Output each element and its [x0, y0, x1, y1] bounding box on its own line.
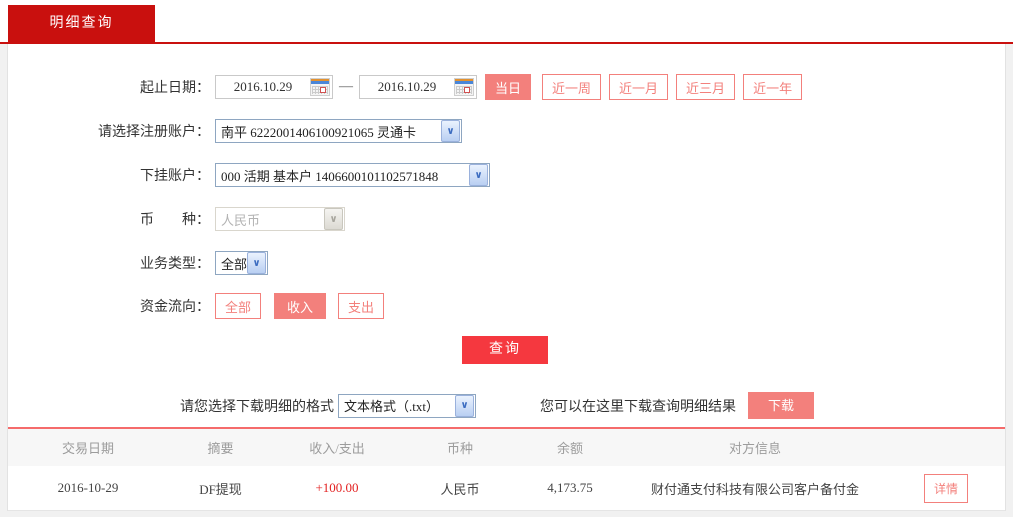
- download-row: 请您选择下载明细的格式 文本格式（.txt） ∨ 您可以在这里下载查询明细结果 …: [8, 392, 1005, 419]
- registered-account-value: 南平 6222001406100921065 灵通卡: [221, 124, 417, 140]
- table-row: 2016-10-29 DF提现 +100.00 人民币 4,173.75 财付通…: [8, 466, 1005, 511]
- currency-select: 人民币 ∨: [215, 207, 345, 231]
- header-income-expense: 收入/支出: [309, 441, 365, 456]
- calendar-icon[interactable]: [454, 78, 474, 96]
- business-type-value: 全部: [221, 256, 247, 272]
- chevron-down-icon[interactable]: ∨: [441, 120, 460, 142]
- chevron-down-icon: ∨: [324, 208, 343, 230]
- tab-bar: 明细查询: [0, 0, 1013, 44]
- sub-account-value: 000 活期 基本户 1406600101102571848: [221, 168, 439, 184]
- flow-all-button[interactable]: 全部: [215, 293, 262, 319]
- header-balance: 余额: [556, 441, 583, 456]
- date-range-row: 起止日期： 2016.10.29 — 2016.10.29 当日 近一周 近一月…: [8, 74, 1005, 100]
- query-button[interactable]: 查询: [462, 336, 548, 364]
- header-currency: 币种: [446, 441, 473, 456]
- quick-range-today-button[interactable]: 当日: [485, 74, 532, 100]
- date-from-input[interactable]: 2016.10.29: [215, 75, 333, 99]
- header-trade-date: 交易日期: [61, 441, 114, 456]
- header-counterparty: 对方信息: [728, 441, 781, 456]
- date-to-input[interactable]: 2016.10.29: [359, 75, 477, 99]
- business-type-row: 业务类型： 全部 ∨: [8, 250, 1005, 276]
- registered-account-select[interactable]: 南平 6222001406100921065 灵通卡 ∨: [215, 119, 462, 143]
- detail-button[interactable]: 详情: [923, 473, 968, 503]
- cell-amount: +100.00: [315, 480, 359, 495]
- business-type-select[interactable]: 全部 ∨: [215, 251, 268, 275]
- download-hint: 您可以在这里下载查询明细结果: [540, 399, 736, 415]
- header-summary: 摘要: [207, 441, 234, 456]
- chevron-down-icon[interactable]: ∨: [455, 394, 474, 417]
- flow-income-button[interactable]: 收入: [274, 293, 327, 319]
- quick-range-year-button[interactable]: 近一年: [743, 74, 803, 100]
- detail-query-page: 明细查询 起止日期： 2016.10.29 — 2016.10.29 当日 近一…: [0, 0, 1013, 517]
- calendar-icon[interactable]: [310, 78, 330, 96]
- fund-flow-row: 资金流向： 全部 收入 支出: [8, 293, 1005, 319]
- cell-balance: 4,173.75: [547, 480, 593, 495]
- table-header: 交易日期 摘要 收入/支出 币种 余额 对方信息: [8, 429, 1005, 466]
- date-from-value: 2016.10.29: [233, 79, 293, 94]
- quick-range-week-button[interactable]: 近一周: [542, 74, 602, 100]
- registered-account-label: 请选择注册账户：: [98, 125, 210, 140]
- cell-counterparty: 财付通支付科技有限公司客户备付金: [650, 481, 859, 497]
- business-type-label: 业务类型：: [140, 257, 210, 272]
- sub-account-label: 下挂账户：: [140, 169, 210, 184]
- date-to-value: 2016.10.29: [377, 79, 437, 94]
- cell-action: 详情: [889, 473, 1003, 503]
- chevron-down-icon[interactable]: ∨: [469, 164, 488, 186]
- download-format-label: 请您选择下载明细的格式: [180, 399, 334, 415]
- cell-trade-date: 2016-10-29: [57, 480, 119, 495]
- download-format-select[interactable]: 文本格式（.txt） ∨: [338, 393, 476, 418]
- registered-account-row: 请选择注册账户： 南平 6222001406100921065 灵通卡 ∨: [8, 118, 1005, 144]
- sub-account-row: 下挂账户： 000 活期 基本户 1406600101102571848 ∨: [8, 162, 1005, 188]
- currency-row: 币 种： 人民币 ∨: [8, 206, 1005, 232]
- query-form-panel: 起止日期： 2016.10.29 — 2016.10.29 当日 近一周 近一月…: [7, 44, 1006, 511]
- cell-currency: 人民币: [440, 481, 480, 497]
- fund-flow-label: 资金流向：: [140, 300, 210, 315]
- date-range-label: 起止日期：: [140, 81, 210, 96]
- chevron-down-icon[interactable]: ∨: [247, 252, 266, 274]
- download-button[interactable]: 下载: [748, 392, 814, 419]
- quick-range-month-button[interactable]: 近一月: [609, 74, 669, 100]
- date-separator: —: [339, 79, 353, 94]
- sub-account-select[interactable]: 000 活期 基本户 1406600101102571848 ∨: [215, 163, 490, 187]
- tab-details-query[interactable]: 明细查询: [8, 5, 155, 42]
- flow-expense-button[interactable]: 支出: [338, 293, 385, 319]
- download-format-value: 文本格式（.txt）: [344, 399, 439, 414]
- quick-range-quarter-button[interactable]: 近三月: [676, 74, 736, 100]
- currency-label: 币 种：: [140, 213, 210, 228]
- cell-summary: DF提现: [199, 481, 242, 497]
- currency-value: 人民币: [221, 212, 261, 228]
